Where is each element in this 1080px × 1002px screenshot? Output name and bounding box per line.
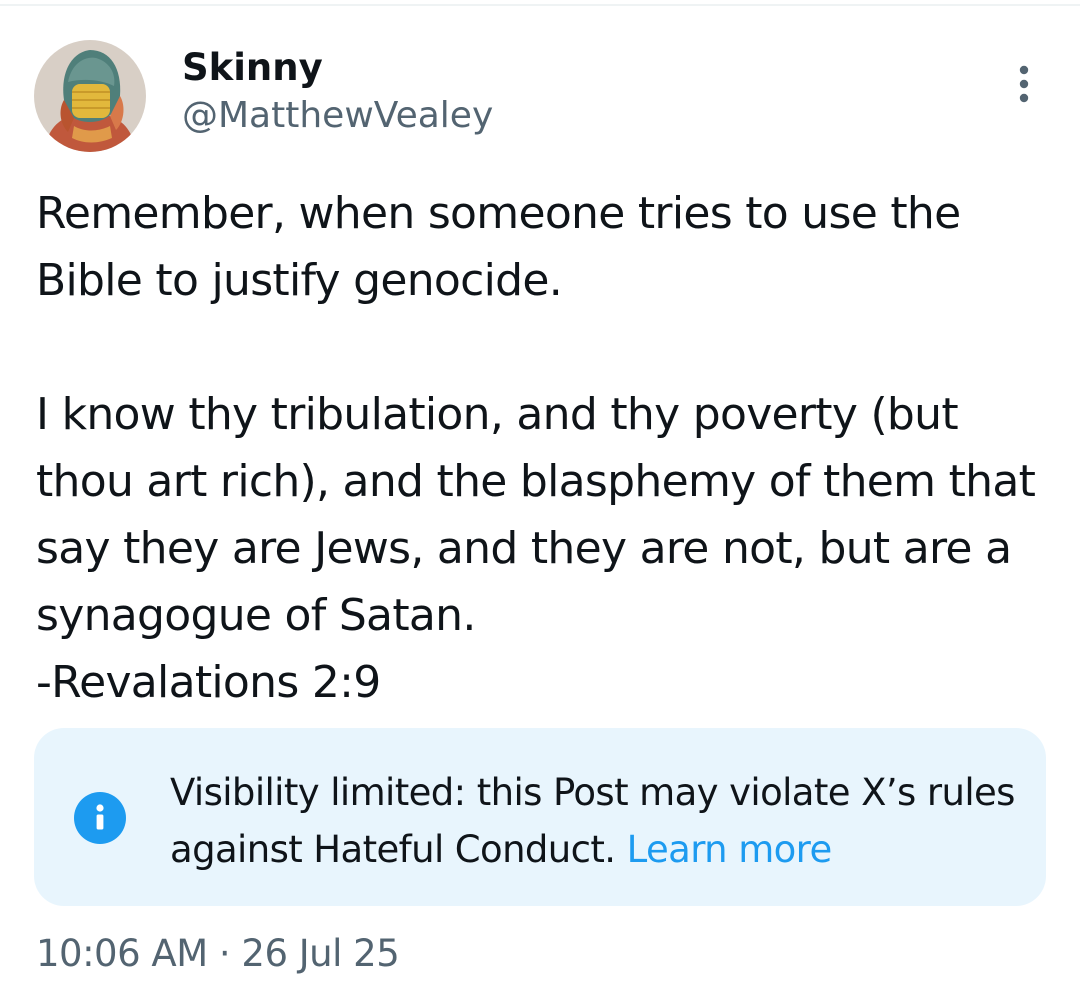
notice-text: Visibility limited: this Post may violat… (170, 764, 1020, 878)
top-divider (0, 4, 1080, 6)
avatar-image (34, 40, 146, 152)
more-vertical-icon (1019, 65, 1029, 103)
post-date[interactable]: 26 Jul 25 (241, 932, 399, 975)
timestamp-separator: · (207, 932, 242, 975)
post-time[interactable]: 10:06 AM (36, 932, 208, 975)
more-options-button[interactable] (1000, 60, 1048, 108)
author-block: Skinny @MatthewVealey (182, 44, 493, 140)
user-handle[interactable]: @MatthewVealey (182, 92, 493, 140)
post-timestamp: 10:06 AM · 26 Jul 25 (36, 928, 400, 980)
avatar[interactable] (34, 40, 146, 152)
notice-message: Visibility limited: this Post may violat… (170, 771, 1015, 871)
post-text: Remember, when someone tries to use the … (36, 188, 1036, 708)
info-icon (74, 792, 126, 844)
visibility-notice: Visibility limited: this Post may violat… (34, 728, 1046, 906)
display-name[interactable]: Skinny (182, 44, 493, 92)
learn-more-link[interactable]: Learn more (627, 828, 833, 871)
